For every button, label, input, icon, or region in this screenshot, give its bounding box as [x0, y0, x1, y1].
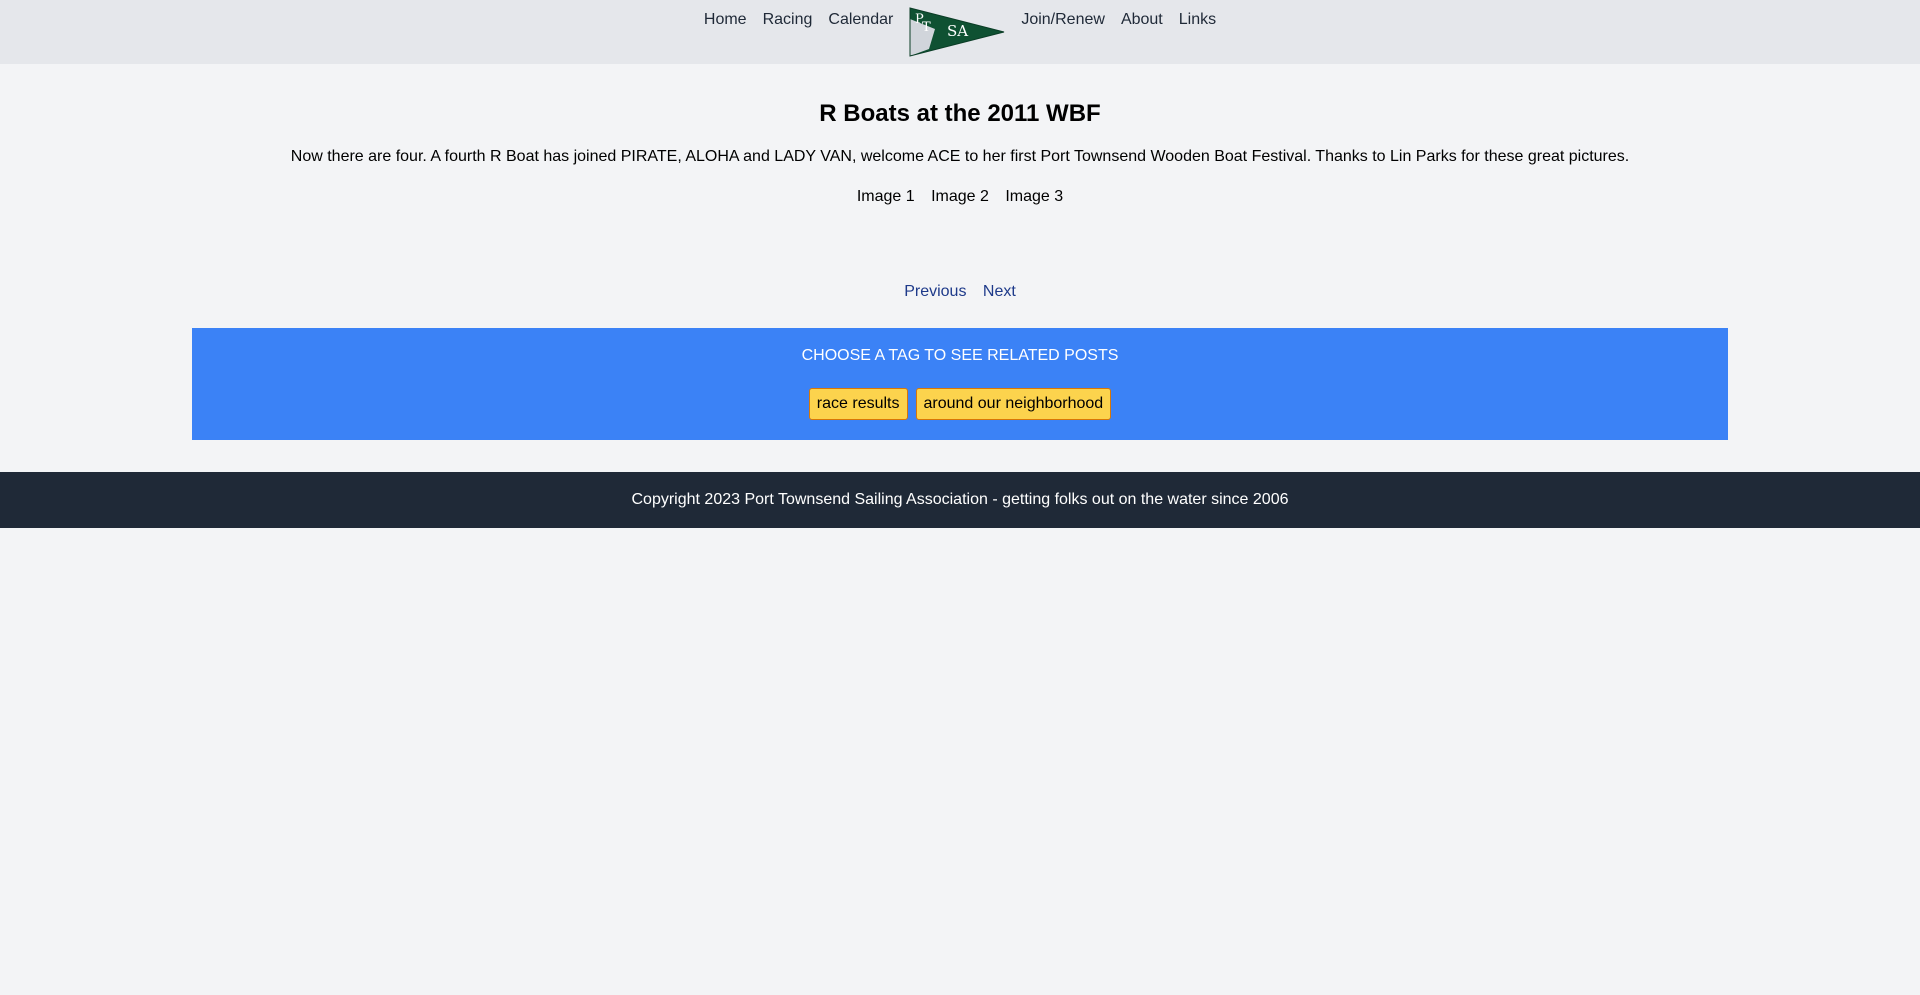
nav-about[interactable]: About — [1113, 10, 1171, 30]
post-body: Now there are four. A fourth R Boat has … — [290, 148, 1630, 165]
nav-calendar[interactable]: Calendar — [820, 10, 901, 30]
post-title: R Boats at the 2011 WBF — [819, 100, 1101, 127]
image-2[interactable]: Image 2 — [931, 188, 989, 205]
svg-text:T: T — [922, 20, 931, 35]
tag-panel-heading: CHOOSE A TAG TO SEE RELATED POSTS — [801, 347, 1119, 364]
tag-race-results[interactable]: race results — [808, 388, 908, 420]
nav-links[interactable]: Links — [1171, 10, 1224, 30]
top-nav: Home Racing Calendar P T SA Join/Renew A… — [0, 0, 1920, 64]
post-images: Image 1 Image 2 Image 3 — [0, 185, 1920, 209]
previous-link[interactable]: Previous — [904, 283, 966, 300]
footer: Copyright 2023 Port Townsend Sailing Ass… — [0, 472, 1920, 528]
svg-text:SA: SA — [947, 22, 968, 40]
ptsa-pennant-logo[interactable]: P T SA — [909, 7, 1005, 57]
tag-around-our-neighborhood[interactable]: around our neighborhood — [915, 388, 1112, 420]
image-1[interactable]: Image 1 — [857, 188, 915, 205]
nav-home[interactable]: Home — [696, 10, 755, 30]
image-3[interactable]: Image 3 — [1005, 188, 1063, 205]
pagination: Previous Next — [0, 280, 1920, 304]
tag-panel: CHOOSE A TAG TO SEE RELATED POSTS race r… — [192, 328, 1728, 440]
nav-join-renew[interactable]: Join/Renew — [1013, 10, 1113, 30]
footer-copyright: Copyright 2023 Port Townsend Sailing Ass… — [631, 491, 1289, 508]
next-link[interactable]: Next — [983, 283, 1016, 300]
nav-racing[interactable]: Racing — [755, 10, 821, 30]
post-content: R Boats at the 2011 WBF Now there are fo… — [0, 64, 1920, 440]
tag-list: race results around our neighborhood — [192, 388, 1728, 420]
